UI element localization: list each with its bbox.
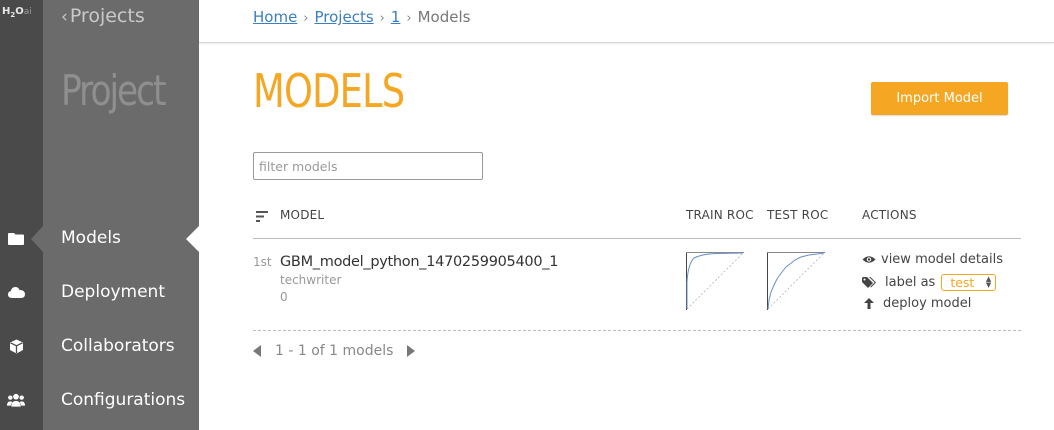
chevron-left-icon: ‹	[61, 7, 68, 27]
chevron-right-icon: ›	[379, 11, 385, 26]
back-to-projects-link[interactable]: ‹ Projects	[61, 5, 145, 27]
next-page-icon[interactable]	[407, 345, 416, 357]
model-name-link[interactable]: GBM_model_python_1470259905400_1	[280, 254, 558, 270]
model-count: 0	[280, 290, 288, 304]
project-title: Project	[61, 66, 167, 115]
sidebar-item-deployment[interactable]: Deployment	[61, 282, 165, 302]
breadcrumb-home[interactable]: Home	[253, 8, 297, 26]
table-header-divider	[253, 238, 1021, 239]
tags-icon	[861, 276, 877, 289]
sidebar: ‹ Projects Project Models Deployment Coll…	[43, 0, 199, 430]
column-header-model[interactable]: MODEL	[280, 208, 324, 222]
cloud-icon[interactable]	[7, 283, 25, 301]
breadcrumb-bar: Home › Projects › 1 › Models	[199, 0, 1054, 43]
model-rank: 1st	[253, 255, 272, 269]
breadcrumb: Home › Projects › 1 › Models	[253, 8, 470, 26]
folder-icon[interactable]	[7, 229, 25, 247]
h2o-logo: H2Oai	[2, 6, 32, 19]
label-select[interactable]: test ▲ ▼	[941, 274, 997, 291]
deploy-model-link[interactable]: deploy model	[861, 296, 971, 311]
breadcrumb-projects[interactable]: Projects	[315, 8, 374, 26]
pagination-summary: 1 - 1 of 1 models	[275, 343, 394, 359]
chevron-right-icon: ›	[303, 11, 309, 26]
breadcrumb-current: Models	[417, 8, 471, 26]
model-owner: techwriter	[280, 273, 342, 287]
import-model-button[interactable]: Import Model	[871, 82, 1008, 115]
active-nav-marker-left	[31, 226, 43, 252]
column-header-test-roc: TEST ROC	[767, 208, 829, 222]
view-model-details-link[interactable]: view model details	[861, 252, 1003, 267]
test-roc-thumbnail	[767, 252, 825, 310]
cube-icon[interactable]	[7, 337, 25, 355]
pagination: 1 - 1 of 1 models	[253, 343, 416, 359]
sidebar-item-collaborators[interactable]: Collaborators	[61, 336, 175, 356]
label-as-action: label as test ▲ ▼	[861, 274, 997, 291]
chevron-right-icon: ›	[406, 11, 412, 26]
page-title: MODELS	[253, 64, 405, 118]
sidebar-item-models[interactable]: Models	[61, 228, 121, 248]
column-header-actions: ACTIONS	[862, 208, 917, 222]
filter-models-input[interactable]	[253, 152, 483, 180]
select-arrows-icon: ▲ ▼	[985, 275, 992, 289]
table-row-divider	[253, 330, 1021, 331]
previous-page-icon[interactable]	[253, 345, 261, 357]
column-header-train-roc: TRAIN ROC	[686, 208, 754, 222]
sidebar-item-configurations[interactable]: Configurations	[61, 390, 185, 410]
breadcrumb-project-id[interactable]: 1	[391, 8, 401, 26]
sort-icon[interactable]	[256, 211, 268, 225]
icon-rail: H2Oai	[0, 0, 43, 430]
active-nav-marker-right	[186, 226, 199, 252]
eye-icon	[861, 255, 877, 264]
train-roc-thumbnail	[686, 252, 744, 310]
arrow-up-icon	[861, 298, 877, 309]
users-icon[interactable]	[7, 391, 25, 409]
